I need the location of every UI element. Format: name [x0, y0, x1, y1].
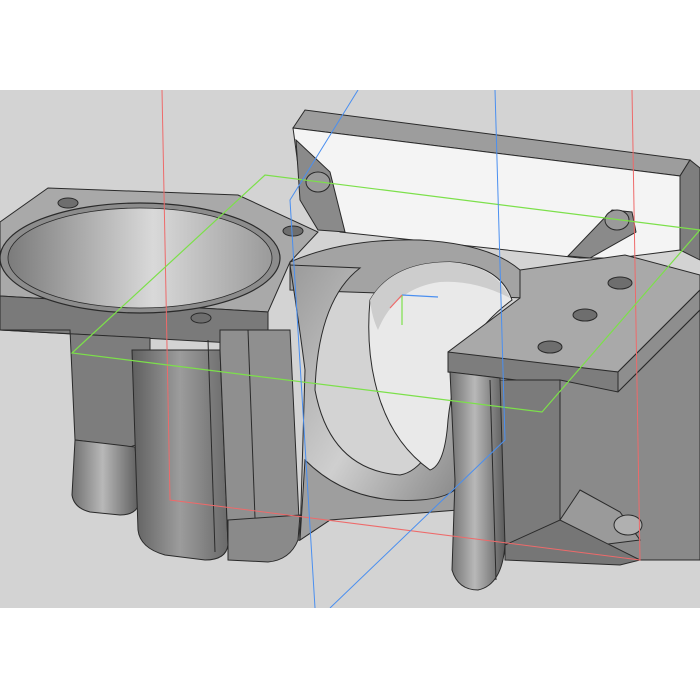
left-flange[interactable] [0, 187, 319, 346]
cup-inner-surface[interactable] [7, 207, 273, 309]
hole-flange-1[interactable] [57, 197, 79, 209]
model-scene[interactable] [0, 90, 700, 608]
left-body[interactable] [0, 329, 301, 563]
left-column[interactable] [131, 349, 229, 561]
right-body-inner-face[interactable] [499, 379, 561, 546]
left-column-inner[interactable] [219, 329, 301, 546]
hole-flange-3[interactable] [190, 312, 212, 324]
right-column[interactable] [449, 371, 506, 591]
page [0, 0, 700, 700]
left-body-front-face[interactable] [0, 329, 151, 448]
right-bottom-boss[interactable] [613, 514, 643, 536]
cad-3d-viewport[interactable] [0, 90, 700, 608]
hole-right-3[interactable] [537, 340, 563, 354]
hole-flange-2[interactable] [282, 225, 304, 237]
hole-right-2[interactable] [572, 308, 598, 322]
left-column-foot[interactable] [227, 514, 301, 563]
hole-right-1[interactable] [607, 276, 633, 290]
left-lower-lug[interactable] [71, 439, 141, 516]
rear-wall-right-face[interactable] [679, 159, 700, 261]
